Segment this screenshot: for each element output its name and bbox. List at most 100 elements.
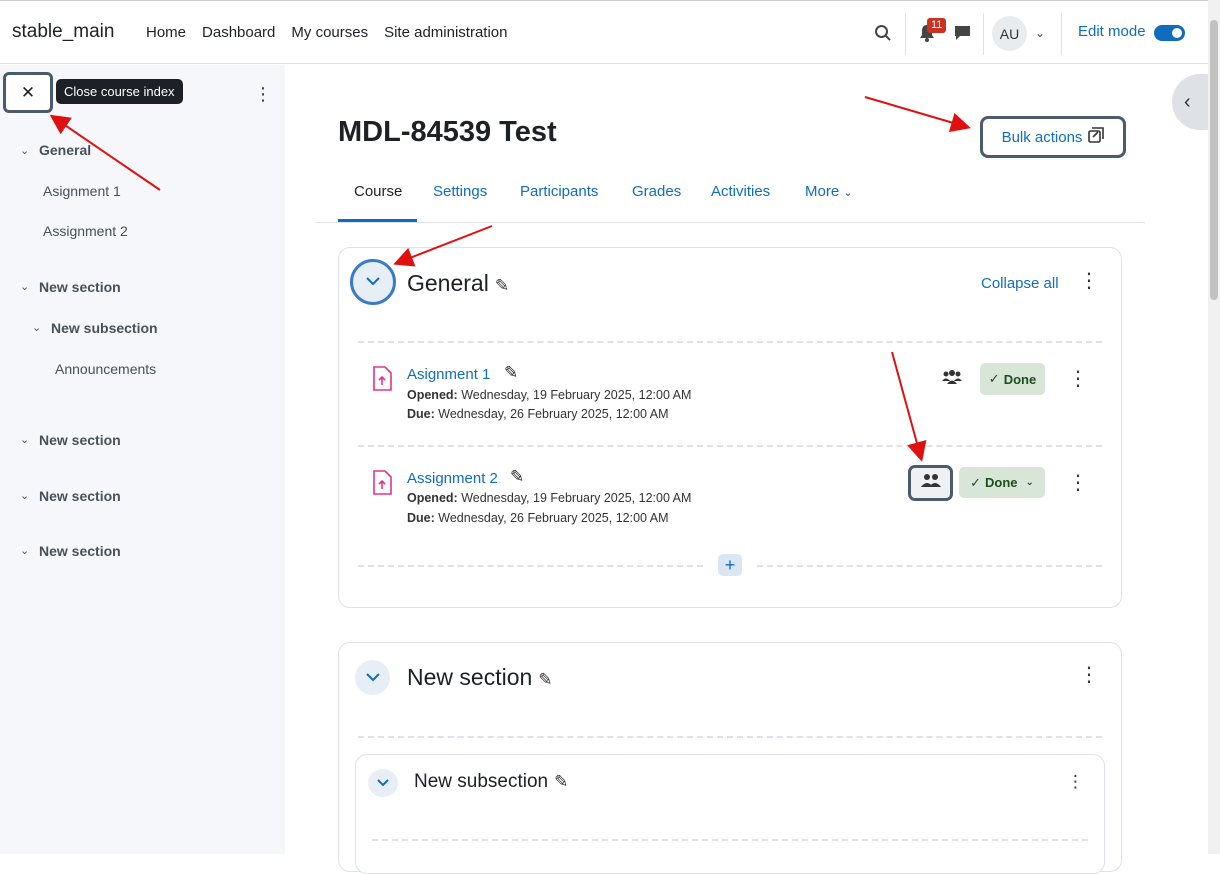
chevron-down-icon[interactable]: ⌄	[20, 144, 29, 157]
chevron-down-icon[interactable]: ⌄	[32, 321, 41, 334]
active-tab-indicator	[338, 219, 417, 222]
opened-value: Wednesday, 19 February 2025, 12:00 AM	[461, 491, 692, 505]
avatar[interactable]: AU	[992, 16, 1027, 51]
divider	[905, 13, 906, 55]
activity-link[interactable]: Asignment 1	[407, 366, 490, 383]
annotation-arrow	[864, 96, 971, 133]
divider	[358, 445, 1102, 447]
divider	[757, 565, 1102, 567]
bulk-actions-label: Bulk actions	[1001, 128, 1083, 146]
check-icon: ✓	[988, 371, 1000, 386]
chevron-down-icon[interactable]: ⌄	[20, 433, 29, 446]
divider	[358, 736, 1102, 738]
section-title: General ✎	[407, 270, 509, 297]
group-mode-button[interactable]	[908, 465, 953, 501]
kebab-menu-icon[interactable]: ⋮	[1079, 665, 1099, 685]
sidebar-item-assignment-2[interactable]: Assignment 2	[43, 223, 128, 239]
divider	[983, 13, 984, 55]
divider	[358, 565, 703, 567]
completion-done-badge: ✓ Done	[980, 363, 1045, 395]
bulk-actions-button[interactable]: Bulk actions	[980, 116, 1126, 158]
nav-site-administration[interactable]: Site administration	[384, 24, 507, 41]
nav-my-courses[interactable]: My courses	[291, 24, 368, 41]
message-icon[interactable]	[950, 21, 974, 45]
chevron-down-icon: ⌄	[1025, 477, 1034, 488]
sidebar-section-new-section[interactable]: New section	[39, 543, 121, 559]
close-icon: ✕	[20, 82, 36, 102]
due-value: Wednesday, 26 February 2025, 12:00 AM	[438, 407, 669, 421]
kebab-menu-icon[interactable]: ⋮	[1068, 473, 1088, 493]
pencil-icon[interactable]: ✎	[510, 467, 524, 487]
nav-dashboard[interactable]: Dashboard	[202, 24, 275, 41]
divider	[372, 839, 1088, 841]
done-label: Done	[1003, 371, 1037, 387]
sidebar-item-announcements[interactable]: Announcements	[55, 361, 156, 377]
kebab-menu-icon[interactable]: ⋮	[254, 84, 272, 105]
chevron-down-icon	[365, 669, 380, 687]
section-title-text: General	[407, 270, 489, 296]
activity-due-date: Due: Wednesday, 26 February 2025, 12:00 …	[407, 511, 669, 525]
tab-more[interactable]: More ⌄	[805, 183, 853, 200]
plus-icon: +	[724, 554, 736, 575]
site-name[interactable]: stable_main	[12, 21, 114, 43]
sidebar-section-general[interactable]: General	[39, 142, 91, 158]
chevron-down-icon[interactable]: ⌄	[20, 489, 29, 502]
tab-settings[interactable]: Settings	[433, 183, 487, 200]
completion-done-dropdown[interactable]: ✓ Done ⌄	[959, 467, 1045, 498]
primary-nav: Home Dashboard My courses Site administr…	[146, 24, 524, 41]
chevron-down-icon[interactable]: ⌄	[20, 280, 29, 293]
activity-link[interactable]: Assignment 2	[407, 470, 498, 487]
subsection-collapse-button[interactable]	[368, 769, 398, 797]
page-title: MDL-84539 Test	[338, 116, 557, 148]
collapse-all-link[interactable]: Collapse all	[981, 275, 1059, 292]
course-tabs: Course Settings Participants Grades Acti…	[316, 178, 1145, 223]
sidebar-section-new-section[interactable]: New section	[39, 279, 121, 295]
divider	[1061, 13, 1062, 55]
search-icon[interactable]	[871, 21, 895, 45]
pencil-icon[interactable]: ✎	[538, 670, 552, 690]
close-course-index-button[interactable]: ✕	[3, 72, 53, 113]
due-label: Due:	[407, 511, 435, 525]
kebab-menu-icon[interactable]: ⋮	[1079, 271, 1099, 291]
subsection-title: New subsection ✎	[414, 771, 568, 793]
sidebar-item-assignment-1[interactable]: Asignment 1	[43, 183, 121, 199]
opened-value: Wednesday, 19 February 2025, 12:00 AM	[461, 388, 692, 402]
due-value: Wednesday, 26 February 2025, 12:00 AM	[438, 511, 669, 525]
opened-label: Opened:	[407, 491, 458, 505]
tab-participants[interactable]: Participants	[520, 183, 598, 200]
users-icon	[920, 473, 941, 493]
edit-mode-label: Edit mode	[1078, 23, 1146, 40]
notification-count-badge: 11	[927, 18, 947, 33]
subsection-title-text: New subsection	[414, 771, 549, 792]
sidebar-section-new-section[interactable]: New section	[39, 488, 121, 504]
chevron-down-icon	[366, 273, 380, 291]
section-title-text: New section	[407, 664, 533, 690]
pencil-icon[interactable]: ✎	[554, 772, 568, 792]
pencil-icon[interactable]: ✎	[495, 276, 509, 296]
chevron-down-icon: ⌄	[843, 187, 853, 199]
nav-home[interactable]: Home	[146, 24, 186, 41]
scrollbar-thumb[interactable]	[1210, 20, 1218, 300]
group-mode-icon[interactable]	[941, 369, 963, 392]
pencil-icon[interactable]: ✎	[504, 363, 518, 383]
sidebar-section-new-section[interactable]: New section	[39, 432, 121, 448]
edit-mode-toggle[interactable]	[1154, 25, 1185, 41]
tab-grades[interactable]: Grades	[632, 183, 681, 200]
section-title: New section ✎	[407, 664, 553, 691]
chevron-down-icon	[377, 774, 389, 792]
add-content-button[interactable]: +	[718, 554, 742, 576]
section-collapse-button[interactable]	[350, 259, 396, 305]
kebab-menu-icon[interactable]: ⋮	[1067, 773, 1084, 790]
activity-due-date: Due: Wednesday, 26 February 2025, 12:00 …	[407, 407, 669, 421]
due-label: Due:	[407, 407, 435, 421]
chevron-down-icon[interactable]: ⌄	[20, 544, 29, 557]
divider	[358, 341, 1102, 343]
close-course-index-tooltip: Close course index	[56, 79, 183, 104]
tab-activities[interactable]: Activities	[711, 183, 770, 200]
kebab-menu-icon[interactable]: ⋮	[1068, 369, 1088, 389]
tab-course[interactable]: Course	[354, 183, 402, 200]
chevron-down-icon[interactable]: ⌄	[1028, 21, 1052, 45]
sidebar-subsection[interactable]: New subsection	[51, 320, 158, 336]
top-navbar: stable_main Home Dashboard My courses Si…	[0, 0, 1208, 64]
section-collapse-button[interactable]	[355, 660, 390, 695]
